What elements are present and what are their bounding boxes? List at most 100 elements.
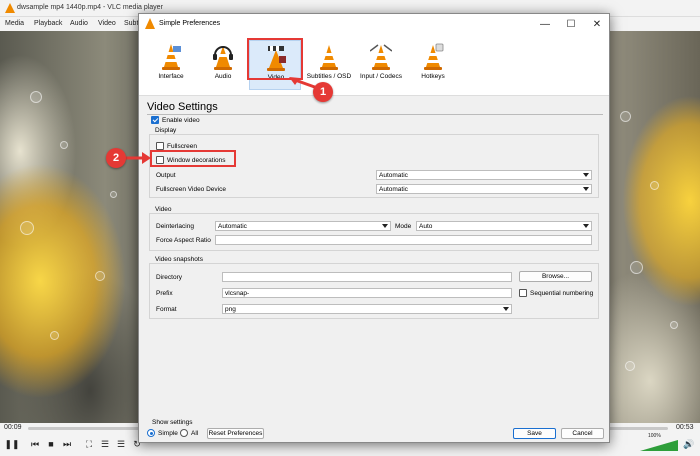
hotkeys-cone-icon <box>424 43 444 70</box>
next-icon[interactable]: ⏭ <box>60 437 74 451</box>
video-group: Deinterlacing Automatic Mode Auto Force … <box>149 213 599 251</box>
step-marker-1: 1 <box>313 82 333 102</box>
show-settings-title: Show settings <box>152 419 193 426</box>
format-label: Format <box>156 306 177 313</box>
title-divider <box>147 114 603 115</box>
video-group-title: Video <box>155 206 172 213</box>
chevron-down-icon <box>382 224 388 228</box>
tab-hotkeys-label: Hotkeys <box>421 73 445 80</box>
volume-level-label: 100% <box>648 433 661 439</box>
window-decorations-highlight <box>150 150 236 167</box>
menu-playback[interactable]: Playback <box>34 20 62 27</box>
tab-interface[interactable]: Interface <box>145 40 197 90</box>
vlc-window-title: dwsample mp4 1440p.mp4 - VLC media playe… <box>17 4 163 11</box>
dialog-titlebar: Simple Preferences — ☐ ✕ <box>139 14 609 34</box>
bubble <box>670 321 678 329</box>
simple-radio[interactable] <box>147 429 155 437</box>
sequential-numbering-label: Sequential numbering <box>530 290 594 297</box>
mode-value: Auto <box>419 223 433 230</box>
display-group-title: Display <box>155 127 177 134</box>
prefix-field[interactable] <box>222 288 512 298</box>
simple-preferences-dialog: Simple Preferences — ☐ ✕ Interface Audio… <box>138 13 610 443</box>
snapshots-group-title: Video snapshots <box>155 256 203 263</box>
step-marker-2: 2 <box>106 148 126 168</box>
audio-headphones-cone-icon <box>213 46 233 70</box>
extended-settings-icon[interactable]: ☰ <box>98 437 112 451</box>
cancel-button[interactable]: Cancel <box>561 428 604 439</box>
tab-hotkeys[interactable]: Hotkeys <box>407 40 459 90</box>
subtitles-cone-icon <box>320 45 338 70</box>
fullscreen-device-label: Fullscreen Video Device <box>156 186 226 193</box>
save-button[interactable]: Save <box>513 428 556 439</box>
volume-slider[interactable] <box>640 440 678 451</box>
fullscreen-label: Fullscreen <box>167 143 197 150</box>
bubble <box>20 221 34 235</box>
deinterlacing-select[interactable]: Automatic <box>215 221 391 231</box>
chevron-down-icon <box>583 224 589 228</box>
snapshots-group: Directory Browse... Prefix Sequential nu… <box>149 263 599 319</box>
playlist-icon[interactable]: ☰ <box>114 437 128 451</box>
enable-video-label: Enable video <box>162 117 200 124</box>
aspect-ratio-label: Force Aspect Ratio <box>156 237 211 244</box>
menu-video[interactable]: Video <box>98 20 116 27</box>
vlc-logo-icon <box>5 3 15 13</box>
all-radio[interactable] <box>180 429 188 437</box>
output-label: Output <box>156 172 176 179</box>
mode-select[interactable]: Auto <box>416 221 592 231</box>
chevron-down-icon <box>583 173 589 177</box>
prefix-label: Prefix <box>156 290 173 297</box>
menu-subtitle[interactable]: Subt <box>124 20 138 27</box>
bubble <box>620 111 631 122</box>
minimize-button[interactable]: — <box>533 14 557 34</box>
enable-video-checkbox[interactable] <box>151 116 159 124</box>
output-select[interactable]: Automatic <box>376 170 592 180</box>
fullscreen-checkbox[interactable] <box>156 142 164 150</box>
deinterlacing-label: Deinterlacing <box>156 223 194 230</box>
bubble <box>650 181 659 190</box>
prefix-input[interactable] <box>225 289 509 297</box>
chevron-down-icon <box>583 187 589 191</box>
aspect-ratio-input[interactable] <box>218 236 589 244</box>
directory-field[interactable] <box>222 272 512 282</box>
bubble <box>625 361 635 371</box>
format-select[interactable]: png <box>222 304 512 314</box>
dialog-title: Simple Preferences <box>159 20 221 27</box>
chevron-down-icon <box>503 307 509 311</box>
browse-button[interactable]: Browse... <box>519 271 592 282</box>
mode-label: Mode <box>395 223 412 230</box>
bubble <box>50 331 59 340</box>
previous-icon[interactable]: ⏮ <box>28 437 42 451</box>
reset-preferences-button[interactable]: Reset Preferences <box>207 428 264 439</box>
vlc-logo-icon <box>145 18 155 29</box>
menu-media[interactable]: Media <box>5 20 24 27</box>
pause-icon[interactable]: ❚❚ <box>4 437 19 451</box>
total-time: 00:53 <box>676 424 694 431</box>
maximize-button[interactable]: ☐ <box>559 14 583 34</box>
page-title: Video Settings <box>147 101 218 113</box>
fullscreen-icon[interactable]: ⛶ <box>82 437 96 451</box>
volume-icon[interactable]: 🔊 <box>682 437 696 451</box>
directory-input[interactable] <box>225 273 509 281</box>
aspect-ratio-field[interactable] <box>215 235 592 245</box>
bubble <box>95 271 105 281</box>
sequential-numbering-checkbox[interactable] <box>519 289 527 297</box>
menu-audio[interactable]: Audio <box>70 20 88 27</box>
interface-cone-icon <box>162 44 181 70</box>
simple-radio-label: Simple <box>158 430 178 437</box>
bubble <box>110 191 117 198</box>
fullscreen-device-select[interactable]: Automatic <box>376 184 592 194</box>
preferences-category-toolbar: Interface Audio Video Subtitles / OSD In… <box>139 34 609 96</box>
bubble <box>630 261 643 274</box>
input-codecs-cone-icon <box>370 44 392 70</box>
close-button[interactable]: ✕ <box>585 14 609 34</box>
tab-input-codecs[interactable]: Input / Codecs <box>355 40 407 90</box>
format-value: png <box>225 306 236 313</box>
fullscreen-device-value: Automatic <box>379 186 408 193</box>
elapsed-time: 00:09 <box>4 424 22 431</box>
video-tab-highlight <box>247 38 303 80</box>
output-select-value: Automatic <box>379 172 408 179</box>
tab-audio[interactable]: Audio <box>197 40 249 90</box>
arrow-2-icon <box>125 152 151 164</box>
directory-label: Directory <box>156 274 183 281</box>
stop-icon[interactable]: ■ <box>44 437 58 451</box>
